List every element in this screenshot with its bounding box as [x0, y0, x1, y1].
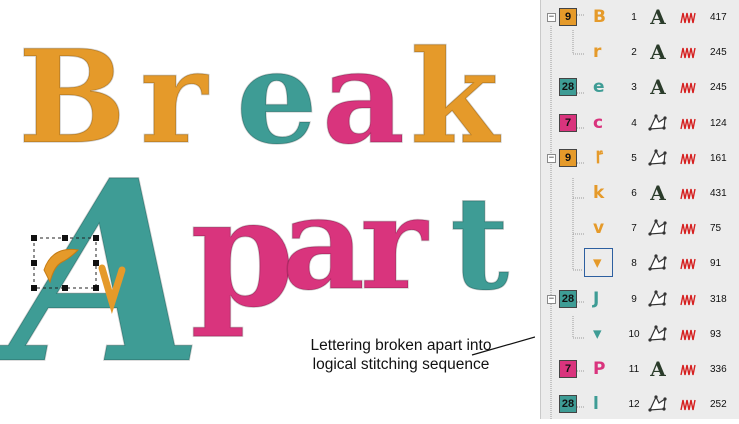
object-thumbnail[interactable]: B: [593, 6, 606, 28]
annotation-line-2: logical stitching sequence: [312, 356, 490, 373]
outline-object-icon[interactable]: [647, 252, 669, 274]
color-block-swatch[interactable]: 28: [559, 395, 577, 414]
object-thumbnail[interactable]: k: [593, 182, 604, 204]
sequence-index: 8: [631, 258, 637, 270]
sequence-row[interactable]: v 7 75: [541, 213, 739, 247]
stitch-count: 161: [710, 152, 727, 164]
outline-object-icon[interactable]: [647, 217, 669, 239]
stitch-type-icon: [680, 152, 696, 164]
sequence-row[interactable]: −28 J 9 318: [541, 284, 739, 318]
object-thumbnail[interactable]: ▾: [593, 323, 602, 345]
object-thumbnail[interactable]: ▾: [593, 252, 602, 274]
sequence-row[interactable]: 7 c 4 124: [541, 108, 739, 142]
sequence-row[interactable]: −9 ٵ 5 161: [541, 143, 739, 177]
sequence-index: 11: [628, 364, 640, 375]
sequence-index: 4: [631, 117, 637, 129]
color-block-swatch[interactable]: 9: [559, 148, 577, 167]
stitch-type-icon: [680, 398, 696, 411]
stitch-type-icon: [680, 46, 696, 59]
sequence-row[interactable]: ▾ 10 93: [541, 319, 739, 353]
lettering-object-icon[interactable]: A: [647, 76, 669, 98]
lettering-object-icon[interactable]: A: [647, 182, 669, 204]
sequence-index: 10: [628, 328, 640, 340]
color-object-list-panel[interactable]: −9 B 1 A 417 r 2 A 245 28 e 3 A 245 7 c 4 124−9 ٵ 5 161 k 6 A 43…: [540, 0, 739, 419]
outline-object-icon[interactable]: [647, 112, 669, 134]
color-block-swatch[interactable]: 28: [559, 289, 577, 308]
letter-line1-3[interactable]: a: [321, 22, 405, 174]
stitch-count: 417: [710, 12, 727, 23]
stitch-count: 318: [710, 293, 727, 305]
color-block-swatch[interactable]: 7: [559, 360, 577, 378]
sequence-index: 1: [631, 12, 637, 23]
sequence-row[interactable]: 28 ⅼ 12 252: [541, 389, 739, 419]
annotation-caption: Lettering broken apart into logical stit…: [272, 336, 530, 374]
outline-object-icon[interactable]: [647, 147, 669, 169]
outline-object-icon[interactable]: [647, 393, 669, 415]
stitch-count: 336: [710, 364, 727, 375]
collapse-toggle[interactable]: −: [547, 153, 556, 163]
stitch-type-icon: [680, 328, 696, 340]
stitch-type-icon: [680, 187, 696, 200]
stitch-count: 245: [710, 82, 727, 94]
stitch-count: 93: [710, 328, 722, 340]
stitch-count: 124: [710, 117, 727, 129]
object-thumbnail[interactable]: P: [593, 358, 605, 380]
object-thumbnail[interactable]: r: [593, 41, 601, 63]
stitch-type-icon: [680, 363, 696, 376]
sequence-index: 7: [631, 223, 637, 235]
object-thumbnail[interactable]: ⅼ: [593, 393, 599, 415]
sequence-row[interactable]: r 2 A 245: [541, 37, 739, 71]
lettering-object-icon[interactable]: A: [647, 41, 669, 63]
letter-line1-2[interactable]: e: [235, 22, 318, 174]
annotation-line-1: Lettering broken apart into: [310, 337, 492, 354]
letter-line2-4[interactable]: t: [449, 168, 510, 320]
lettering-object-icon[interactable]: A: [647, 6, 669, 28]
object-thumbnail[interactable]: J: [593, 288, 599, 310]
collapse-toggle[interactable]: −: [547, 294, 556, 304]
sequence-index: 12: [628, 399, 640, 411]
outline-object-icon[interactable]: [647, 323, 669, 345]
lettering-object-icon[interactable]: A: [647, 358, 669, 380]
sequence-index: 9: [631, 293, 637, 305]
stitch-type-icon: [680, 11, 696, 24]
sequence-row[interactable]: k 6 A 431: [541, 178, 739, 212]
outline-object-icon[interactable]: [647, 288, 669, 310]
object-thumbnail[interactable]: c: [593, 112, 603, 134]
object-thumbnail[interactable]: e: [593, 76, 605, 98]
sequence-index: 5: [631, 152, 637, 164]
stitch-count: 431: [710, 188, 727, 199]
stitch-type-icon: [680, 117, 696, 129]
sequence-index: 6: [631, 188, 637, 199]
stitch-count: 75: [710, 223, 722, 235]
stitch-count: 91: [710, 258, 722, 270]
sequence-index: 2: [631, 47, 637, 59]
color-block-swatch[interactable]: 7: [559, 113, 577, 132]
stitch-count: 252: [710, 399, 727, 411]
object-thumbnail[interactable]: ٵ: [593, 147, 603, 169]
collapse-toggle[interactable]: −: [547, 13, 556, 22]
stitch-type-icon: [680, 81, 696, 94]
stitch-type-icon: [680, 293, 696, 305]
sequence-row[interactable]: 28 e 3 A 245: [541, 72, 739, 106]
sequence-index: 3: [631, 82, 637, 94]
stitch-type-icon: [680, 222, 696, 235]
letter-line1-4[interactable]: k: [409, 22, 502, 174]
object-thumbnail[interactable]: v: [593, 217, 604, 239]
color-block-swatch[interactable]: 28: [559, 78, 577, 97]
sequence-row[interactable]: −9 B 1 A 417: [541, 2, 739, 36]
sequence-row[interactable]: 7 P 11 A 336: [541, 354, 739, 388]
sequence-row[interactable]: ▾ 8 91: [541, 248, 739, 282]
letter-line2-3[interactable]: r: [359, 168, 430, 320]
color-block-swatch[interactable]: 9: [559, 8, 577, 26]
stitch-count: 245: [710, 47, 727, 59]
stitch-type-icon: [680, 257, 696, 270]
letter-line2-2[interactable]: a: [281, 168, 365, 320]
letter-line2-1[interactable]: p: [189, 164, 295, 342]
